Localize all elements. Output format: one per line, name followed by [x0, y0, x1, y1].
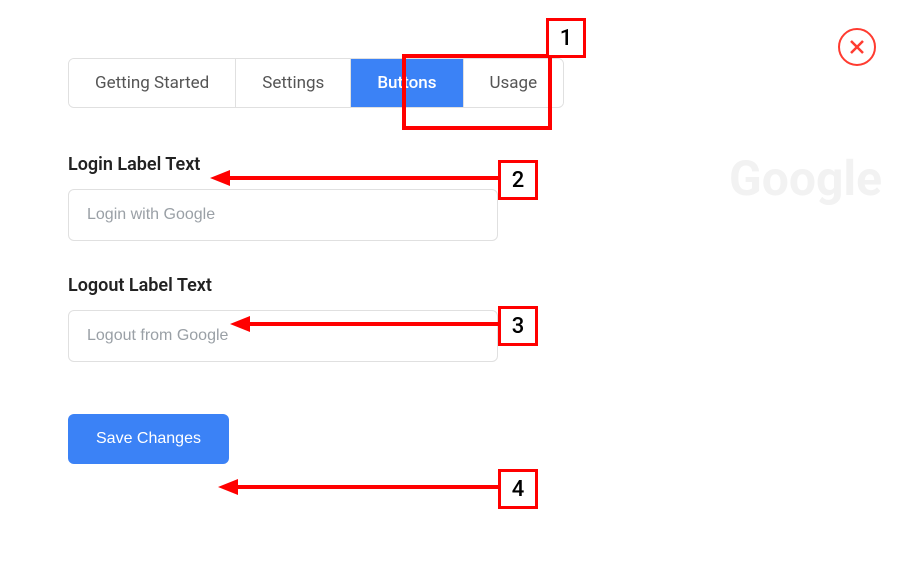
save-button[interactable]: Save Changes	[68, 414, 229, 464]
tab-settings[interactable]: Settings	[236, 59, 351, 107]
annotation-box-2: 2	[498, 160, 538, 200]
form-area: Login Label Text Logout Label Text Save …	[68, 154, 498, 464]
settings-modal: Google Getting Started Settings Buttons …	[0, 0, 912, 586]
tab-buttons[interactable]: Buttons	[351, 59, 463, 107]
annotation-arrow-4	[218, 477, 500, 497]
close-button[interactable]	[838, 28, 876, 66]
login-label-heading: Login Label Text	[68, 154, 498, 175]
tab-bar: Getting Started Settings Buttons Usage	[68, 58, 564, 108]
logout-label-input[interactable]	[68, 310, 498, 362]
tab-getting-started[interactable]: Getting Started	[69, 59, 236, 107]
annotation-box-4: 4	[498, 469, 538, 509]
close-icon	[849, 39, 865, 55]
tab-usage[interactable]: Usage	[464, 59, 564, 107]
annotation-box-3: 3	[498, 306, 538, 346]
annotation-box-1: 1	[546, 18, 586, 58]
brand-watermark: Google	[729, 150, 882, 207]
login-label-input[interactable]	[68, 189, 498, 241]
logout-label-heading: Logout Label Text	[68, 275, 498, 296]
